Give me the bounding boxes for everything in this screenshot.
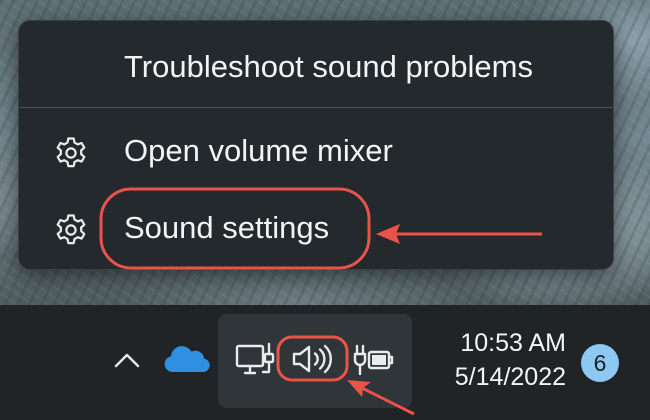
clock-date: 5/14/2022: [454, 363, 566, 391]
network-ethernet-icon[interactable]: [233, 340, 279, 387]
onedrive-cloud-icon[interactable]: [164, 342, 210, 381]
menu-item-label: Sound settings: [124, 210, 330, 245]
notification-badge[interactable]: 6: [581, 344, 619, 382]
menu-item-label: Troubleshoot sound problems: [124, 49, 533, 84]
menu-item-troubleshoot-sound[interactable]: Troubleshoot sound problems: [19, 39, 613, 95]
clock-time: 10:53 AM: [460, 329, 566, 357]
chevron-up-icon[interactable]: [112, 348, 142, 377]
battery-charging-icon[interactable]: [351, 340, 397, 385]
menu-item-sound-settings[interactable]: Sound settings: [19, 200, 613, 256]
taskbar-clock[interactable]: 10:53 AM 5/14/2022: [424, 326, 566, 394]
menu-item-label: Open volume mixer: [124, 133, 393, 168]
gear-icon: [53, 210, 89, 246]
speaker-volume-icon[interactable]: [290, 342, 336, 381]
menu-item-open-volume-mixer[interactable]: Open volume mixer: [19, 123, 613, 179]
gear-icon: [53, 133, 89, 169]
sound-context-menu: Troubleshoot sound problems Open volume …: [18, 20, 614, 270]
menu-divider: [19, 107, 613, 108]
